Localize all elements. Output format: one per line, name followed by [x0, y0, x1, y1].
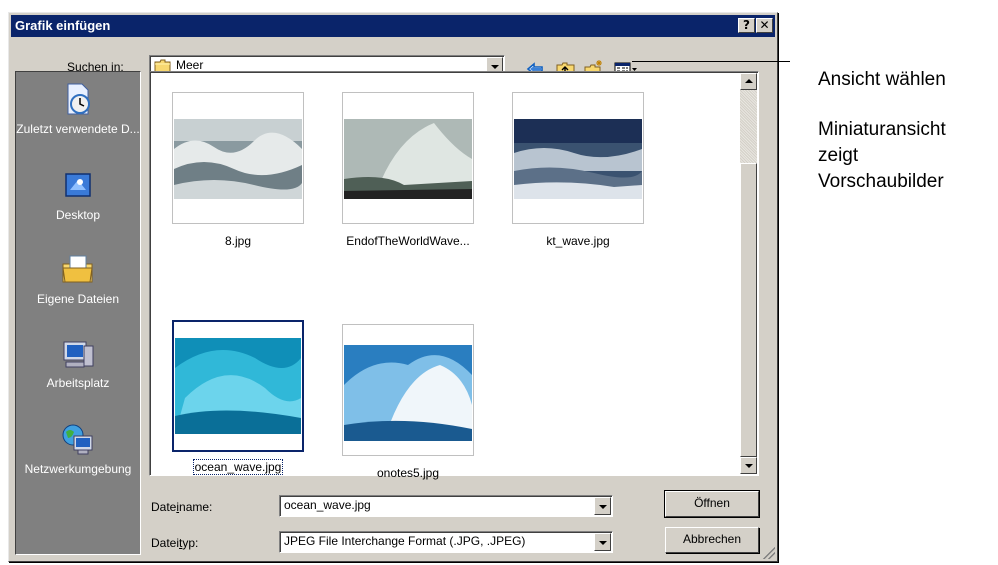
thumbnail-frame	[172, 92, 304, 224]
wave-thumbnail-image	[514, 119, 642, 199]
insert-picture-dialog: Grafik einfügen ? ✕ Suchen in: Meer Zule…	[8, 12, 778, 562]
network-icon	[60, 422, 96, 458]
file-item[interactable]: kt_wave.jpg	[512, 92, 644, 248]
annotation-thumbnail-line2: zeigt	[818, 145, 859, 166]
place-label: Desktop	[55, 208, 101, 222]
wave-thumbnail-image	[174, 119, 302, 199]
file-name-text: ocean_wave.jpg	[192, 459, 284, 475]
filename-label: Dateiname:	[151, 500, 213, 514]
thumbnail-frame	[512, 92, 644, 224]
place-my-documents[interactable]: Eigene Dateien	[16, 252, 140, 306]
title-bar[interactable]: Grafik einfügen ? ✕	[11, 15, 775, 37]
scroll-down-button[interactable]	[740, 457, 757, 474]
place-my-computer[interactable]: Arbeitsplatz	[16, 336, 140, 390]
cancel-button[interactable]: Abbrechen	[665, 527, 759, 553]
wave-thumbnail-image	[175, 338, 301, 434]
place-recent[interactable]: Zuletzt verwendete D...	[16, 82, 140, 136]
thumbnail-frame	[172, 320, 304, 452]
dialog-title: Grafik einfügen	[15, 18, 111, 33]
file-item[interactable]: 8.jpg	[172, 92, 304, 248]
file-item[interactable]: onotes5.jpg	[342, 324, 474, 480]
desktop-icon	[60, 168, 96, 204]
annotation-thumbnail-line3: Vorschaubilder	[818, 171, 944, 192]
cancel-button-label: Abbrechen	[682, 532, 742, 546]
resize-grip[interactable]	[763, 547, 775, 559]
scroll-up-button[interactable]	[740, 73, 757, 90]
help-button[interactable]: ?	[738, 18, 755, 33]
my-documents-icon	[60, 252, 96, 288]
callout-line	[632, 61, 790, 62]
place-label: Zuletzt verwendete D...	[16, 122, 140, 136]
place-label: Netzwerkumgebung	[24, 462, 132, 476]
annotation-thumbnail-line1: Miniaturansicht	[818, 119, 946, 140]
file-list[interactable]: 8.jpg EndofTheWorldWave... kt_wave.jpg o…	[149, 71, 759, 480]
filetype-dropdown-button[interactable]	[594, 533, 611, 551]
look-in-value: Meer	[176, 58, 204, 72]
place-label: Eigene Dateien	[36, 292, 120, 306]
recent-documents-icon	[60, 82, 96, 118]
file-name: ocean_wave.jpg	[172, 459, 304, 475]
place-desktop[interactable]: Desktop	[16, 168, 140, 222]
file-item-selected[interactable]: ocean_wave.jpg	[172, 320, 304, 475]
scroll-thumb[interactable]	[740, 163, 757, 457]
place-label: Arbeitsplatz	[46, 376, 110, 390]
vertical-scrollbar[interactable]	[740, 73, 757, 474]
thumbnail-frame	[342, 324, 474, 456]
file-name: 8.jpg	[224, 234, 252, 248]
filetype-label: Dateityp:	[151, 536, 199, 550]
open-button-label: Öffnen	[694, 496, 730, 510]
filename-combo[interactable]: ocean_wave.jpg	[279, 495, 613, 517]
thumbnail-frame	[342, 92, 474, 224]
file-name: kt_wave.jpg	[546, 234, 610, 248]
place-network[interactable]: Netzwerkumgebung	[16, 422, 140, 476]
annotation-view-select: Ansicht wählen	[818, 69, 946, 90]
open-button[interactable]: Öffnen	[664, 490, 760, 518]
filetype-combo[interactable]: JPEG File Interchange Format (.JPG, .JPE…	[279, 531, 613, 553]
filename-input[interactable]: ocean_wave.jpg	[284, 498, 371, 512]
file-name: onotes5.jpg	[376, 466, 440, 480]
file-name: EndofTheWorldWave...	[346, 234, 470, 248]
filetype-value: JPEG File Interchange Format (.JPG, .JPE…	[284, 534, 526, 548]
places-bar: Zuletzt verwendete D... Desktop Eigene D…	[15, 71, 141, 555]
wave-thumbnail-image	[344, 345, 472, 441]
wave-thumbnail-image	[344, 119, 472, 199]
file-item[interactable]: EndofTheWorldWave...	[342, 92, 474, 248]
close-button[interactable]: ✕	[756, 18, 773, 33]
my-computer-icon	[60, 336, 96, 372]
filename-dropdown-button[interactable]	[594, 497, 611, 515]
